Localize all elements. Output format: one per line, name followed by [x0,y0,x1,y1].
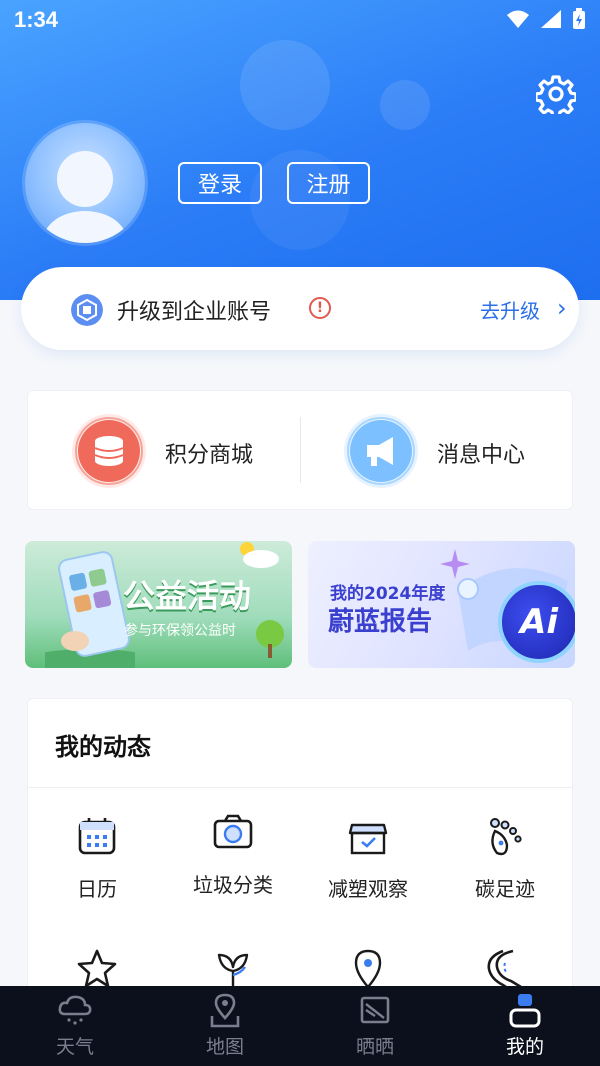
tree-icon [256,620,284,658]
tab-weather-label: 天气 [55,1036,94,1058]
register-button[interactable]: 注册 [287,162,370,204]
section-title: 我的动态 [55,733,151,761]
system-icons [506,8,586,30]
tab-mine[interactable]: 我的 [450,986,600,1066]
calendar-entry[interactable]: 日历 [37,815,157,902]
my-activity-card: 我的动态 日历 垃圾分类 减塑观察 碳足迹 [27,698,574,998]
points-mall-label: 积分商城 [165,443,254,468]
tab-weather[interactable]: 天气 [0,986,150,1066]
shop-bag-icon [348,823,388,855]
cloud-sun-icon [240,542,279,568]
star-icon [77,949,117,988]
message-center-label: 消息中心 [437,443,526,468]
footprint-icon [490,818,522,856]
tab-share-label: 晒晒 [355,1036,394,1058]
decor-bubble [380,80,430,130]
avatar-body [43,211,127,243]
banner-charity-title: 公益活动 [123,577,252,615]
calendar-label: 日历 [77,877,117,901]
status-time: 1:34 [14,7,59,32]
camera-icon [213,814,253,849]
cloud-rain-icon [58,995,92,1025]
megaphone-icon [344,414,418,488]
enterprise-badge-icon [71,294,103,326]
divider [28,787,574,788]
carbon-footprint-entry[interactable]: 碳足迹 [445,815,565,902]
carbon-footprint-label: 碳足迹 [475,877,535,901]
status-bar: 1:34 [0,0,600,42]
settings-gear-icon[interactable] [536,74,576,114]
tab-mine-label: 我的 [505,1036,544,1058]
charity-activity-banner[interactable]: 公益活动 参与环保领公益时 [25,541,292,668]
annual-report-banner[interactable]: 我的2024年度 蔚蓝报告 Ai [308,541,575,668]
favorites-entry[interactable] [37,947,157,991]
leaf-icon [217,953,249,987]
tab-map[interactable]: 地图 [150,986,300,1066]
login-button[interactable]: 登录 [178,162,262,204]
avatar[interactable] [25,123,145,243]
points-mall-entry[interactable]: 积分商城 [28,391,300,511]
plastic-reduction-label: 减塑观察 [328,877,408,901]
tab-share[interactable]: 晒晒 [300,986,450,1066]
bottom-tab-bar: 天气 地图 晒晒 我的 [0,986,600,1066]
avatar-head [57,151,113,207]
calendar-icon [78,818,116,855]
banner-report-title: 蔚蓝报告 [328,607,433,637]
upgrade-link[interactable]: 去升级 [480,295,540,324]
banner-charity-subtitle: 参与环保领公益时 [124,623,236,639]
battery-icon [573,8,585,29]
user-icon [509,994,541,1028]
chevron-right-icon: › [557,294,567,322]
message-center-entry[interactable]: 消息中心 [301,391,574,511]
coin-stack-icon [72,414,146,488]
tab-map-label: 地图 [205,1036,244,1058]
map-pin-icon [352,949,384,991]
road-entry[interactable] [445,947,565,991]
upgrade-label: 升级到企业账号 [117,300,272,325]
phone-illustration-icon [45,551,135,668]
warning-icon: ! [309,297,331,319]
photo-icon [360,996,390,1024]
plant-entry[interactable] [173,947,293,991]
plastic-reduction-entry[interactable]: 减塑观察 [308,815,428,902]
garbage-sorting-entry[interactable]: 垃圾分类 [173,811,293,898]
road-icon [487,949,522,991]
ai-badge-icon: Ai [498,581,575,663]
location-entry[interactable] [308,947,428,991]
upgrade-enterprise-card[interactable]: 升级到企业账号 ! 去升级 › [21,267,579,350]
quick-links-card: 积分商城 消息中心 [27,390,573,510]
garbage-sorting-label: 垃圾分类 [193,873,273,897]
signal-icon [541,10,561,28]
decor-bubble [240,40,330,130]
map-pin-icon [210,993,240,1028]
wifi-icon [507,10,529,28]
